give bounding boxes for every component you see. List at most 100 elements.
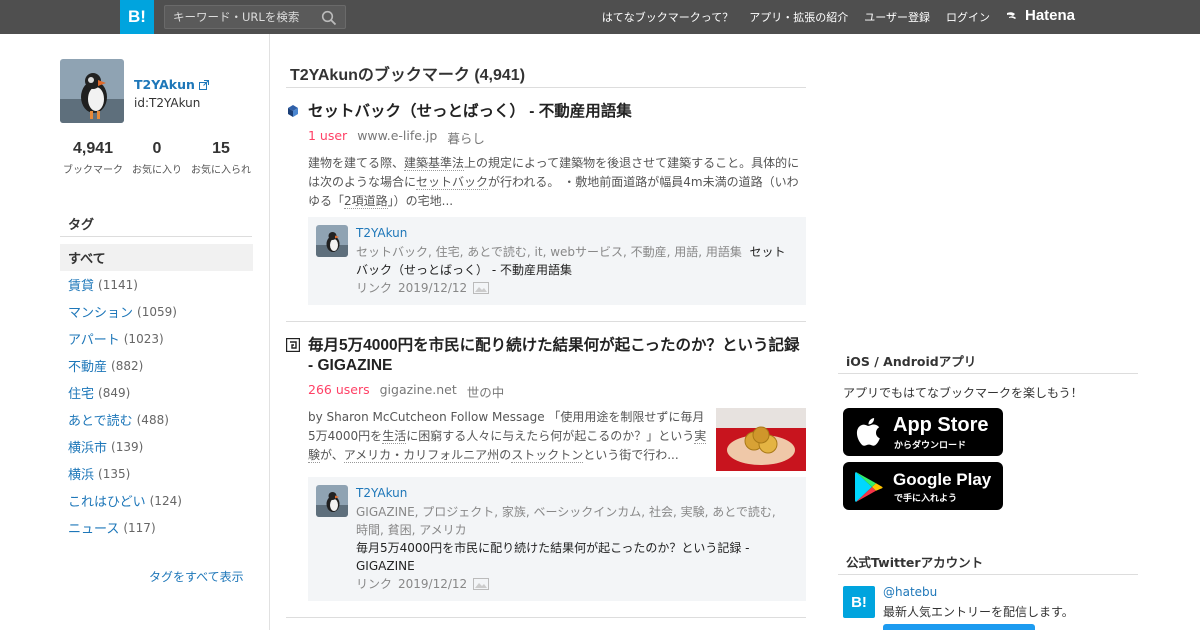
image-icon[interactable] bbox=[473, 577, 490, 590]
tag-item[interactable]: 横浜市 (139) bbox=[60, 433, 253, 460]
stat-favorited[interactable]: 15 お気に入られ bbox=[190, 140, 252, 176]
tag-item-all[interactable]: すべて bbox=[60, 244, 253, 271]
app-store-sublabel: からダウンロード bbox=[894, 441, 967, 451]
summary-text: に困窮する人々に与えたら何が起こるのか？」という bbox=[406, 429, 695, 443]
app-store-button[interactable]: App Store からダウンロード bbox=[843, 408, 1003, 456]
entry-title[interactable]: 毎月5万4000円を市民に配り続けた結果何が起こったのか？という記録 - GIG… bbox=[308, 336, 803, 376]
summary-keyword-link[interactable]: 生活 bbox=[382, 429, 407, 444]
hatebu-twitter-avatar[interactable]: B! bbox=[843, 586, 875, 618]
tag-name: ニュース bbox=[68, 522, 120, 537]
divider bbox=[838, 373, 1138, 374]
twitter-handle-link[interactable]: @hatebu bbox=[883, 585, 937, 599]
entry-meta: 1 user www.e-life.jp 暮らし bbox=[308, 128, 485, 147]
search-icon[interactable] bbox=[321, 10, 337, 26]
show-all-tags-link[interactable]: タグをすべて表示 bbox=[149, 568, 244, 585]
tag-item[interactable]: アパート (1023) bbox=[60, 325, 253, 352]
tag-item[interactable]: これはひどい (124) bbox=[60, 487, 253, 514]
bookmark-date: 2019/12/12 bbox=[398, 280, 468, 295]
entry-summary: by Sharon McCutcheon Follow Message 「使用用… bbox=[308, 408, 708, 465]
nav-about[interactable]: はてなブックマークって？ bbox=[602, 9, 733, 25]
apps-description: アプリでもはてなブックマークを楽しもう！ bbox=[843, 386, 1083, 400]
tag-count: (1141) bbox=[98, 277, 138, 292]
tag-count: (117) bbox=[123, 520, 156, 535]
stat-number: 4,941 bbox=[72, 140, 114, 157]
entry-domain[interactable]: www.e-life.jp bbox=[357, 128, 437, 147]
divider bbox=[60, 236, 252, 237]
link-label[interactable]: リンク bbox=[356, 279, 392, 296]
hatena-brand[interactable]: Hatena bbox=[1006, 7, 1075, 24]
apps-heading: iOS / Androidアプリ bbox=[846, 354, 977, 369]
tag-item[interactable]: 賃貸 (1141) bbox=[60, 271, 253, 298]
tag-count: (488) bbox=[136, 412, 169, 427]
twitter-follow-button[interactable] bbox=[883, 624, 1035, 630]
page-title: T2YAkunのブックマーク (4,941) bbox=[290, 67, 526, 84]
summary-keyword-link[interactable]: アメリカ・カリフォルニア州 bbox=[343, 448, 500, 463]
image-icon[interactable] bbox=[473, 281, 490, 294]
hatena-brand-text: Hatena bbox=[1025, 7, 1076, 24]
nav-register[interactable]: ユーザー登録 bbox=[864, 9, 930, 25]
comment-tags: セットバック, 住宅, あとで読む, it, webサービス, 不動産, 用語,… bbox=[356, 243, 786, 279]
entry-title[interactable]: セットバック（せっとばっく） - 不動産用語集 bbox=[308, 102, 803, 122]
google-play-button[interactable]: Google Play で手に入れよう bbox=[843, 462, 1003, 510]
search-input[interactable] bbox=[173, 9, 313, 25]
entry-thumbnail[interactable] bbox=[716, 408, 806, 471]
bookmark-date: 2019/12/12 bbox=[398, 576, 468, 591]
entry-category[interactable]: 世の中 bbox=[467, 382, 505, 401]
google-play-icon bbox=[855, 472, 883, 502]
tag-item[interactable]: あとで読む (488) bbox=[60, 406, 253, 433]
avatar[interactable] bbox=[316, 485, 348, 517]
tag-count: (135) bbox=[98, 466, 131, 481]
bookmark-comment-box: T2YAkun セットバック, 住宅, あとで読む, it, webサービス, … bbox=[308, 217, 806, 305]
comment-text: 毎月5万4000円を市民に配り続けた結果何が起こったのか？という記録 - GIG… bbox=[356, 541, 750, 573]
tags-heading: タグ bbox=[68, 218, 95, 233]
site-favicon-icon bbox=[286, 338, 300, 352]
comment-user-name[interactable]: T2YAkun bbox=[356, 226, 407, 240]
tag-item[interactable]: ニュース (117) bbox=[60, 514, 253, 541]
profile-name[interactable]: T2YAkun bbox=[134, 77, 209, 92]
divider bbox=[286, 321, 806, 322]
summary-keyword-link[interactable]: 建築基準法 bbox=[404, 156, 465, 171]
tag-name: 不動産 bbox=[68, 360, 108, 375]
top-bar: B! はてなブックマークって？ アプリ・拡張の紹介 ユーザー登録 ログイン Ha… bbox=[0, 0, 1200, 34]
summary-keyword-link[interactable]: セットバック bbox=[416, 175, 489, 190]
avatar[interactable] bbox=[60, 59, 124, 123]
summary-text: が、 bbox=[320, 448, 344, 462]
comment-user-name[interactable]: T2YAkun bbox=[356, 486, 407, 500]
summary-text: という街で行わ... bbox=[583, 448, 679, 462]
entry-meta: 266 users gigazine.net 世の中 bbox=[308, 382, 504, 401]
avatar[interactable] bbox=[316, 225, 348, 257]
stat-bookmarks[interactable]: 4,941 ブックマーク bbox=[62, 140, 124, 176]
tag-item[interactable]: 横浜 (135) bbox=[60, 460, 253, 487]
tag-item[interactable]: マンション (1059) bbox=[60, 298, 253, 325]
tag-count: (849) bbox=[98, 385, 131, 400]
hatena-bookmark-logo[interactable]: B! bbox=[120, 0, 154, 34]
link-label[interactable]: リンク bbox=[356, 575, 392, 592]
external-link-icon bbox=[198, 79, 209, 90]
summary-keyword-link[interactable]: 2項道路 bbox=[344, 194, 388, 209]
entry-users-count[interactable]: 1 user bbox=[308, 128, 347, 147]
divider bbox=[286, 87, 806, 88]
stat-favorites[interactable]: 0 お気に入り bbox=[130, 140, 184, 176]
tag-list: すべて 賃貸 (1141) マンション (1059) アパート (1023) 不動産(… bbox=[60, 244, 253, 541]
twitter-description: 最新人気エントリーを配信します。 bbox=[883, 605, 1074, 619]
app-store-label: App Store bbox=[893, 414, 989, 436]
stat-label: お気に入り bbox=[132, 165, 182, 176]
google-play-label: Google Play bbox=[893, 470, 992, 489]
nav-apps[interactable]: アプリ・拡張の紹介 bbox=[749, 9, 848, 25]
nav-login[interactable]: ログイン bbox=[946, 9, 990, 25]
tag-item[interactable]: 住宅 (849) bbox=[60, 379, 253, 406]
comment-tags-text: セットバック, 住宅, あとで読む, it, webサービス, 不動産, 用語,… bbox=[356, 245, 742, 259]
tag-item[interactable]: 不動産 (882) bbox=[60, 352, 253, 379]
apple-icon bbox=[856, 418, 880, 446]
comment-footer: リンク 2019/12/12 bbox=[356, 575, 490, 592]
entry-summary: 建物を建てる際、建築基準法上の規定によって建築物を後退させて建築すること。具体的… bbox=[308, 154, 802, 211]
entry-domain[interactable]: gigazine.net bbox=[380, 382, 457, 401]
tag-count: (1059) bbox=[137, 304, 177, 319]
profile-name-text: T2YAkun bbox=[134, 77, 195, 92]
tag-count: (139) bbox=[111, 439, 144, 454]
entry-category[interactable]: 暮らし bbox=[447, 128, 485, 147]
tag-count: (1023) bbox=[123, 331, 164, 346]
summary-keyword-link[interactable]: ストックトン bbox=[511, 448, 584, 463]
entry-users-count[interactable]: 266 users bbox=[308, 382, 370, 401]
stat-number: 0 bbox=[152, 140, 162, 157]
